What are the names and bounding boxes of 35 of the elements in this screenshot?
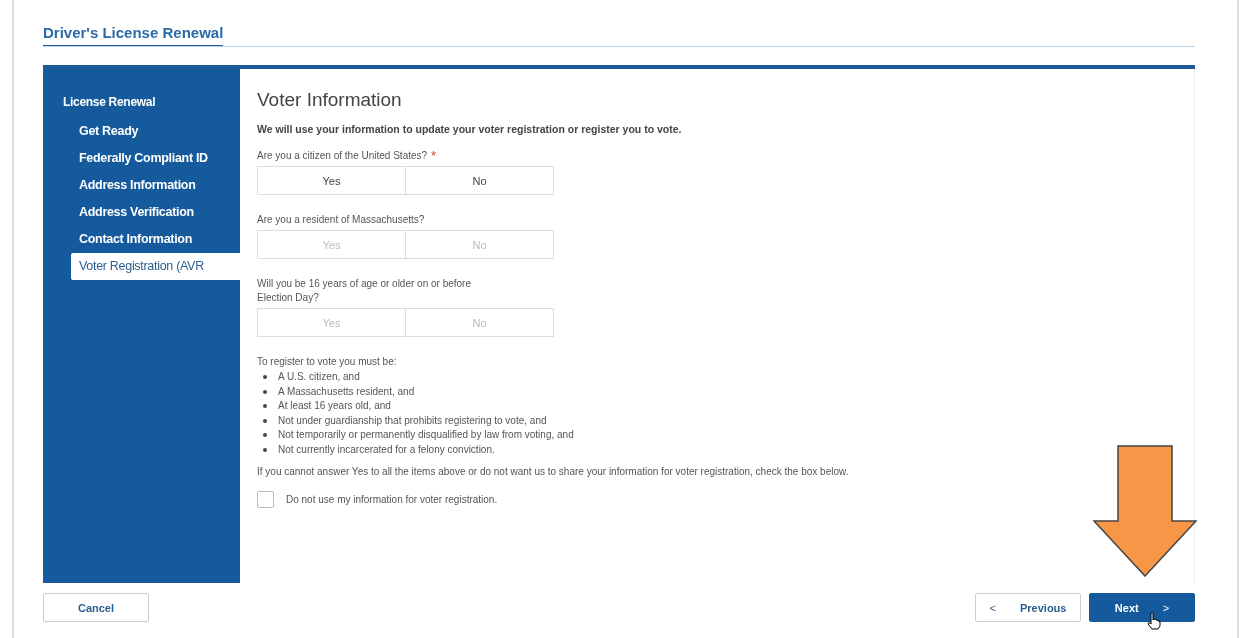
bullet-icon: [263, 418, 267, 423]
bullet-icon: [263, 433, 267, 438]
hand-cursor-icon: [1147, 612, 1161, 630]
requirement-text: A U.S. citizen, and: [278, 370, 360, 384]
sidebar-item[interactable]: Address Information: [71, 172, 240, 199]
sidebar-item[interactable]: Address Verification: [71, 199, 240, 226]
answer-button[interactable]: No: [406, 166, 554, 195]
sidebar-heading: License Renewal: [63, 95, 157, 109]
sidebar-item[interactable]: Voter Registration (AVR: [71, 253, 240, 280]
bullet-icon: [263, 404, 267, 409]
opt-out-checkbox[interactable]: [257, 491, 274, 508]
requirement-text: A Massachusetts resident, and: [278, 384, 415, 399]
opt-out-note: If you cannot answer Yes to all the items above or do not want us to share your information for voter registration, check the box below.: [257, 465, 850, 479]
bullet-icon: [263, 375, 267, 380]
cancel-button[interactable]: Cancel: [43, 593, 149, 622]
requirements-intro: To register to vote you must be:: [257, 355, 398, 369]
opt-out-label: Do not use my information for voter registration.: [286, 492, 498, 507]
sidebar-item[interactable]: Get Ready: [71, 118, 240, 145]
requirement-text: Not currently incarcerated for a felony conviction.: [278, 442, 495, 457]
requirement-text: Not temporarily or permanently disqualified by law from voting, and: [278, 428, 574, 442]
question-label: Will you be 16 years of age or older on or before Election Day?: [257, 277, 472, 305]
previous-button[interactable]: < Previous: [975, 593, 1081, 622]
requirement-text: At least 16 years old, and: [278, 399, 391, 413]
answer-button[interactable]: Yes: [257, 166, 406, 195]
sidebar-item[interactable]: Federally Compliant ID: [71, 145, 240, 172]
intro-text: We will use your information to update your voter registration or register you to vote.: [257, 123, 683, 135]
next-button[interactable]: Next >: [1089, 593, 1195, 622]
required-mark: *: [431, 148, 437, 163]
question-label: Are you a resident of Massachusetts?: [257, 213, 426, 227]
question-label: Are you a citizen of the United States? *: [257, 149, 438, 163]
bullet-icon: [263, 389, 267, 394]
requirement-text: Not under guardianship that prohibits registering to vote, and: [278, 413, 547, 428]
sidebar-item[interactable]: Contact Information: [71, 226, 240, 253]
bullet-icon: [263, 447, 267, 452]
form-title: Voter Information: [257, 89, 403, 111]
